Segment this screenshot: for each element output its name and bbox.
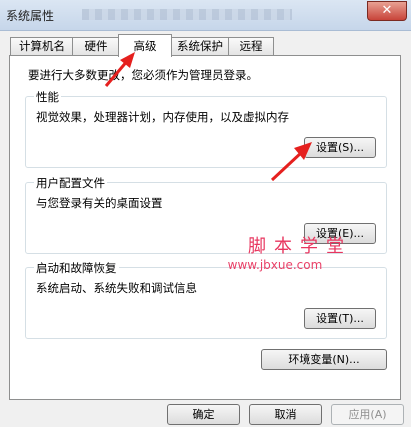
blurred-title-region xyxy=(82,9,292,20)
performance-description: 视觉效果，处理器计划，内存使用，以及虚拟内存 xyxy=(36,110,289,124)
window-title: 系统属性 xyxy=(6,9,55,23)
tab-advanced[interactable]: 高级 xyxy=(118,34,172,57)
tab-hardware[interactable]: 硬件 xyxy=(72,37,120,55)
user-profiles-group: 用户配置文件 与您登录有关的桌面设置 设置(E)... xyxy=(25,175,387,254)
performance-settings-button[interactable]: 设置(S)... xyxy=(304,137,376,158)
startup-recovery-title: 启动和故障恢复 xyxy=(34,260,119,276)
title-bar: 系统属性 ✕ xyxy=(0,0,411,31)
ok-button[interactable]: 确定 xyxy=(167,404,240,425)
user-profiles-description: 与您登录有关的桌面设置 xyxy=(36,196,163,210)
user-profiles-title: 用户配置文件 xyxy=(34,175,107,191)
close-icon: ✕ xyxy=(381,3,393,18)
tab-computer-name[interactable]: 计算机名 xyxy=(10,37,74,55)
cancel-button[interactable]: 取消 xyxy=(249,404,322,425)
environment-variables-button[interactable]: 环境变量(N)... xyxy=(261,349,387,370)
startup-recovery-description: 系统启动、系统失败和调试信息 xyxy=(36,281,197,295)
user-profiles-settings-button[interactable]: 设置(E)... xyxy=(304,223,376,244)
admin-notice: 要进行大多数更改，您必须作为管理员登录。 xyxy=(28,68,258,82)
startup-recovery-settings-button[interactable]: 设置(T)... xyxy=(304,308,376,329)
startup-recovery-group: 启动和故障恢复 系统启动、系统失败和调试信息 设置(T)... xyxy=(25,260,387,339)
apply-button[interactable]: 应用(A) xyxy=(331,404,404,425)
performance-group: 性能 视觉效果，处理器计划，内存使用，以及虚拟内存 设置(S)... xyxy=(25,89,387,168)
performance-title: 性能 xyxy=(34,89,61,105)
tab-system-protection[interactable]: 系统保护 xyxy=(170,37,230,55)
close-button[interactable]: ✕ xyxy=(367,1,407,21)
tab-remote[interactable]: 远程 xyxy=(228,37,274,55)
